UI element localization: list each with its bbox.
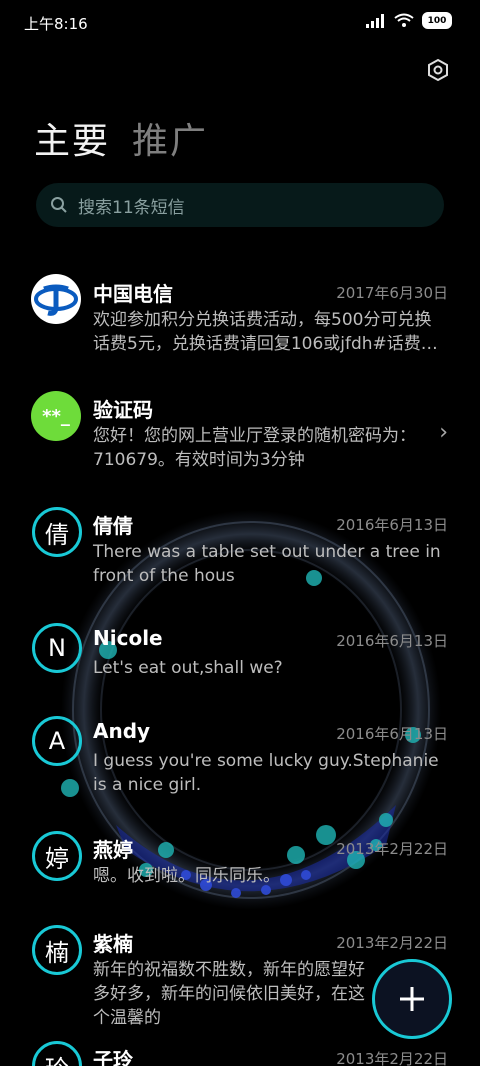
contact-name: 燕婷 bbox=[93, 838, 133, 862]
message-preview: 嗯。收到啦。同乐同乐。 bbox=[93, 866, 280, 886]
message-preview: 新年的祝福数不胜数，新年的愿望好多好多，新年的问候依旧美好，在这个温馨的 bbox=[93, 960, 365, 1028]
search-bar[interactable]: 搜索11条短信 bbox=[36, 183, 444, 227]
conversation-item[interactable]: N Nicole 2016年6月13日 Let's eat out,shall … bbox=[0, 622, 480, 692]
contact-name: 紫楠 bbox=[93, 932, 133, 956]
message-preview: 欢迎参加积分兑换话费活动，每500分可兑换话费5元，兑换话费请回复106或jfd… bbox=[93, 310, 438, 354]
message-preview: Let's eat out,shall we? bbox=[93, 658, 283, 678]
status-bar: 上午8:16 100 bbox=[0, 0, 480, 44]
message-preview: I guess you're some lucky guy.Stephanie … bbox=[93, 751, 439, 795]
message-date: 2016年6月13日 bbox=[336, 725, 448, 743]
message-date: 2013年2月22日 bbox=[336, 1050, 448, 1066]
china-telecom-avatar bbox=[31, 274, 81, 324]
conversation-item[interactable]: 倩 倩倩 2016年6月13日 There was a table set ou… bbox=[0, 506, 480, 596]
conversation-item[interactable]: **_ 验证码 › 您好！您的网上营业厅登录的随机密码为：710679。有效时间… bbox=[0, 390, 480, 480]
new-message-button[interactable] bbox=[372, 959, 452, 1039]
conversation-item[interactable]: 玲 子玲 2013年2月22日 bbox=[0, 1040, 480, 1066]
contact-name: 子玲 bbox=[93, 1048, 133, 1066]
contact-name: 验证码 bbox=[93, 398, 153, 422]
message-date: 2013年2月22日 bbox=[336, 934, 448, 952]
contact-avatar: 楠 bbox=[32, 925, 82, 975]
contact-name: Nicole bbox=[93, 626, 163, 650]
conversation-item[interactable]: 婷 燕婷 2013年2月22日 嗯。收到啦。同乐同乐。 bbox=[0, 830, 480, 900]
message-preview: 您好！您的网上营业厅登录的随机密码为：710679。有效时间为3分钟 bbox=[93, 426, 416, 470]
settings-icon[interactable] bbox=[426, 58, 450, 82]
contact-avatar: 倩 bbox=[32, 507, 82, 557]
wifi-icon bbox=[394, 13, 414, 27]
contact-avatar: A bbox=[32, 716, 82, 766]
contact-avatar: N bbox=[32, 623, 82, 673]
message-date: 2017年6月30日 bbox=[336, 284, 448, 302]
tab-bar: 主要 推广 bbox=[34, 112, 208, 164]
message-date: 2016年6月13日 bbox=[336, 516, 448, 534]
tab-main[interactable]: 主要 bbox=[34, 112, 110, 164]
message-preview: There was a table set out under a tree i… bbox=[93, 542, 441, 586]
search-input[interactable]: 搜索11条短信 bbox=[78, 193, 185, 218]
tab-promotions[interactable]: 推广 bbox=[132, 112, 208, 164]
status-icons: 100 bbox=[366, 12, 452, 29]
battery-icon: 100 bbox=[422, 12, 452, 29]
signal-icon bbox=[366, 13, 384, 28]
message-date: 2013年2月22日 bbox=[336, 840, 448, 858]
chevron-right-icon: › bbox=[439, 420, 448, 445]
contact-avatar: 婷 bbox=[32, 831, 82, 881]
contact-name: 中国电信 bbox=[93, 282, 173, 306]
contact-avatar: 玲 bbox=[32, 1041, 82, 1066]
contact-name: 倩倩 bbox=[93, 514, 133, 538]
verification-code-avatar: **_ bbox=[31, 391, 81, 441]
message-date: 2016年6月13日 bbox=[336, 632, 448, 650]
contact-name: Andy bbox=[93, 719, 151, 743]
search-icon bbox=[51, 197, 67, 213]
conversation-item[interactable]: 中国电信 2017年6月30日 欢迎参加积分兑换话费活动，每500分可兑换话费5… bbox=[0, 272, 480, 362]
china-telecom-logo-icon bbox=[34, 284, 78, 316]
conversation-item[interactable]: A Andy 2016年6月13日 I guess you're some lu… bbox=[0, 715, 480, 805]
plus-icon bbox=[400, 987, 424, 1011]
status-time: 上午8:16 bbox=[24, 15, 88, 33]
